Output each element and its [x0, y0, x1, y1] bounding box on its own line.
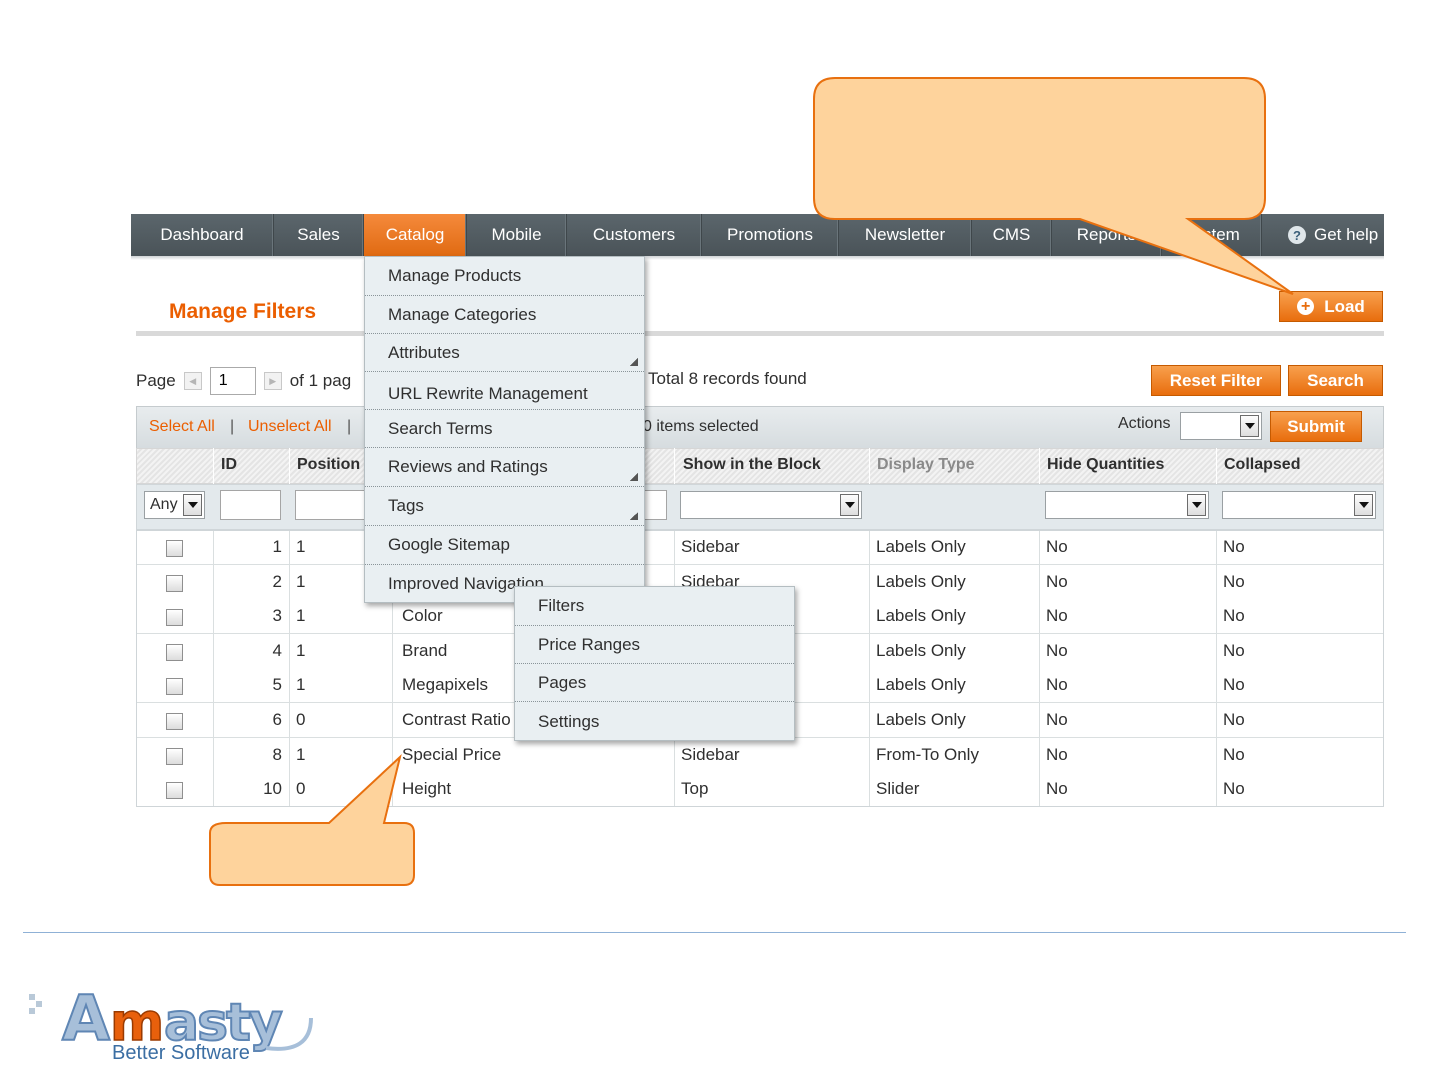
footer-divider [23, 932, 1406, 933]
callout-layer [209, 77, 1294, 886]
svg-text:A: A [62, 982, 110, 1055]
logo-tagline: Better Software [112, 1042, 250, 1064]
top-callout [813, 77, 1294, 295]
bottom-callout [209, 754, 415, 886]
